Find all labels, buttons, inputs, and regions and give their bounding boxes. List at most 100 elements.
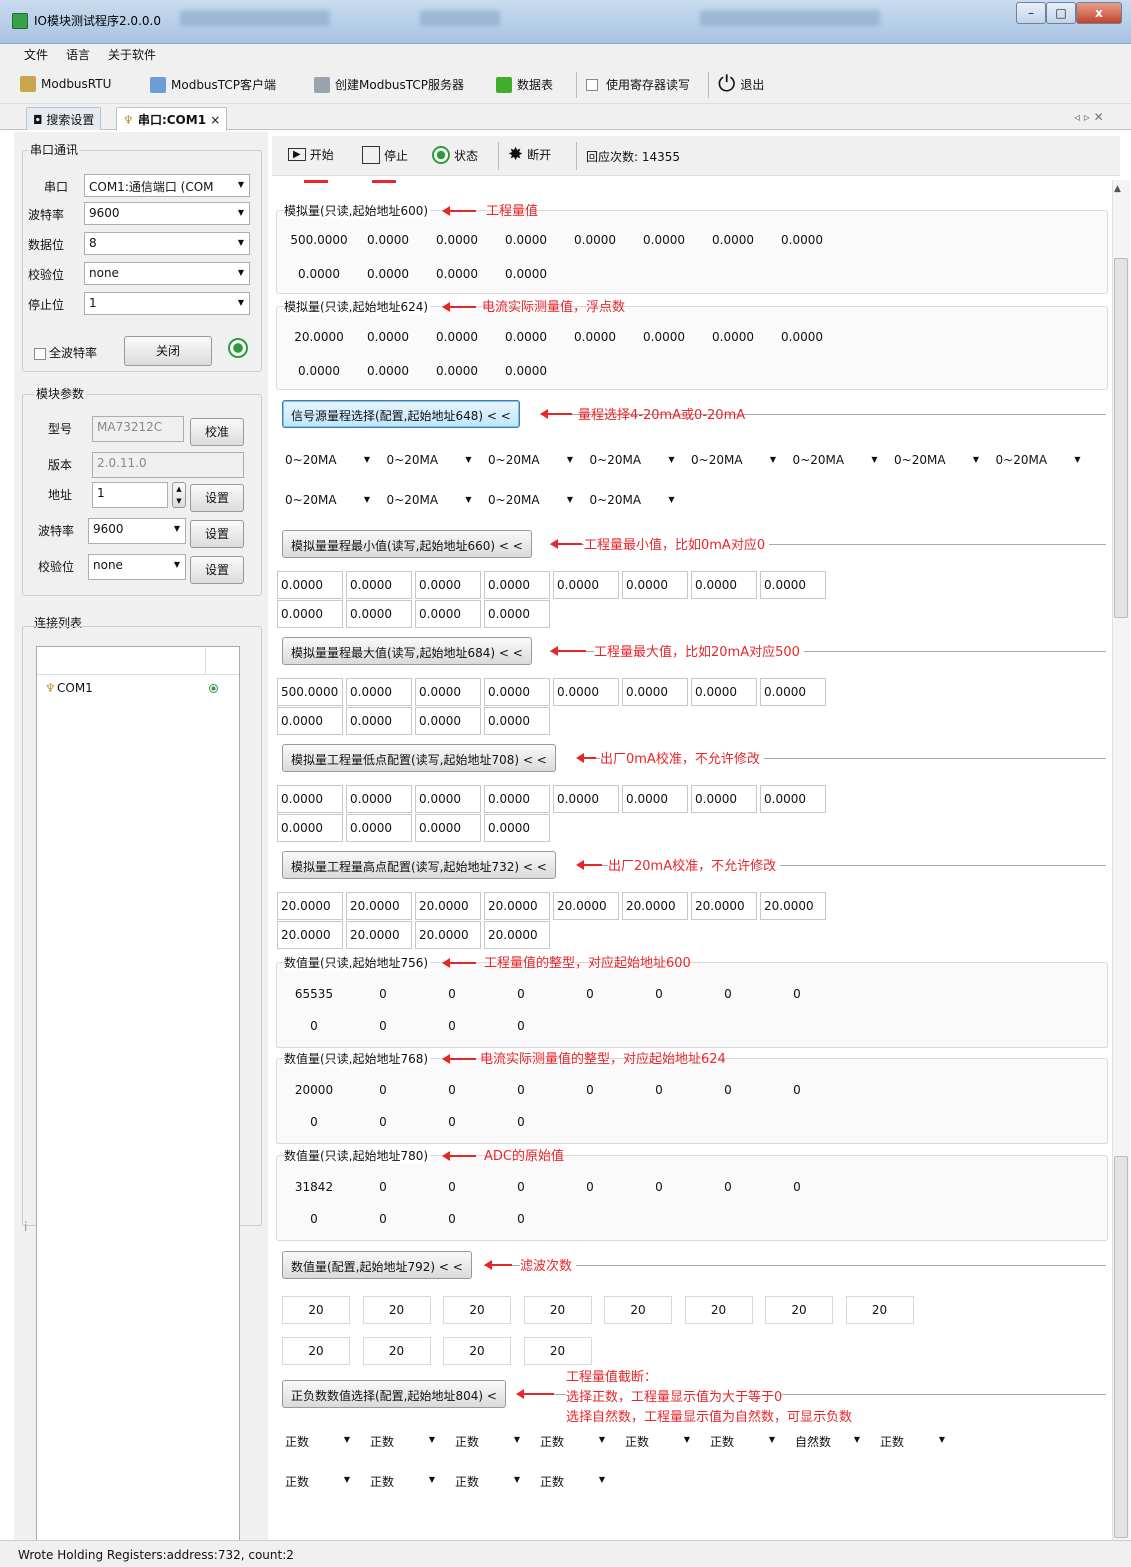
- value-input[interactable]: 20: [684, 1296, 753, 1324]
- datatable-button[interactable]: 数据表: [496, 76, 553, 93]
- address-input[interactable]: 1: [92, 482, 168, 508]
- disconnect-button[interactable]: ✸ 断开: [508, 144, 551, 165]
- option-select[interactable]: 0~20MA ▼: [485, 486, 577, 514]
- scroll-thumb[interactable]: [1114, 1156, 1128, 1538]
- value-input[interactable]: 0.0000: [415, 707, 481, 735]
- option-select[interactable]: 正数 ▼: [452, 1466, 524, 1494]
- option-select[interactable]: 0~20MA ▼: [587, 486, 679, 514]
- s792-filter-button[interactable]: 数值量(配置,起始地址792) < <: [282, 1251, 472, 1279]
- value-input[interactable]: 20: [523, 1337, 592, 1365]
- option-select[interactable]: 正数 ▼: [537, 1466, 609, 1494]
- value-input[interactable]: 0.0000: [415, 600, 481, 628]
- value-input[interactable]: 20.0000: [346, 921, 412, 949]
- set-parity-button[interactable]: 设置: [190, 556, 244, 584]
- databits-select[interactable]: 8 ▼: [84, 232, 250, 255]
- value-input[interactable]: 20.0000: [277, 892, 343, 920]
- value-input[interactable]: 0.0000: [415, 814, 481, 842]
- value-input[interactable]: 0.0000: [553, 678, 619, 706]
- tab-com1[interactable]: ♆ 串口:COM1 ×: [116, 107, 228, 131]
- value-input[interactable]: 0.0000: [484, 600, 550, 628]
- value-input[interactable]: 20: [523, 1296, 592, 1324]
- value-input[interactable]: 0.0000: [691, 785, 757, 813]
- connections-list[interactable]: ♆ COM1: [36, 646, 240, 1544]
- port-select[interactable]: COM1:通信端口 (COM ▼: [84, 174, 250, 197]
- value-input[interactable]: 20.0000: [484, 921, 550, 949]
- menu-file[interactable]: 文件: [24, 46, 48, 63]
- option-select[interactable]: 正数 ▼: [367, 1466, 439, 1494]
- option-select[interactable]: 0~20MA ▼: [587, 446, 679, 474]
- option-select[interactable]: 0~20MA ▼: [384, 446, 476, 474]
- value-input[interactable]: 0.0000: [346, 814, 412, 842]
- value-input[interactable]: 0.0000: [277, 785, 343, 813]
- value-input[interactable]: 0.0000: [277, 707, 343, 735]
- value-input[interactable]: 0.0000: [484, 571, 550, 599]
- value-input[interactable]: 0.0000: [760, 785, 826, 813]
- value-input[interactable]: 0.0000: [346, 571, 412, 599]
- option-select[interactable]: 0~20MA ▼: [384, 486, 476, 514]
- baud-select[interactable]: 9600 ▼: [84, 202, 250, 225]
- option-select[interactable]: 正数 ▼: [452, 1426, 524, 1454]
- value-input[interactable]: 0.0000: [553, 785, 619, 813]
- set-address-button[interactable]: 设置: [190, 484, 244, 512]
- s684-max-button[interactable]: 模拟量量程最大值(读写,起始地址684) < <: [282, 637, 532, 665]
- option-select[interactable]: 0~20MA ▼: [282, 446, 374, 474]
- list-item[interactable]: ♆ COM1: [37, 675, 239, 699]
- scroll-thumb[interactable]: [1114, 258, 1128, 618]
- value-input[interactable]: 0.0000: [484, 814, 550, 842]
- option-select[interactable]: 正数 ▼: [707, 1426, 779, 1454]
- value-input[interactable]: 20.0000: [484, 892, 550, 920]
- stop-button[interactable]: 停止: [362, 146, 408, 164]
- value-input[interactable]: 0.0000: [277, 600, 343, 628]
- value-input[interactable]: 0.0000: [277, 814, 343, 842]
- close-window-button[interactable]: x: [1076, 2, 1122, 24]
- value-input[interactable]: 0.0000: [691, 571, 757, 599]
- s648-range-select-button[interactable]: 信号源量程选择(配置,起始地址648) < <: [282, 400, 520, 428]
- value-input[interactable]: 0.0000: [484, 707, 550, 735]
- value-input[interactable]: 0.0000: [484, 785, 550, 813]
- value-input[interactable]: 500.0000: [277, 678, 343, 706]
- tab-search-settings[interactable]: ◘ 搜索设置: [26, 107, 102, 130]
- option-select[interactable]: 正数 ▼: [282, 1466, 354, 1494]
- value-input[interactable]: 20.0000: [691, 892, 757, 920]
- value-input[interactable]: 0.0000: [622, 785, 688, 813]
- value-input[interactable]: 20.0000: [622, 892, 688, 920]
- module-baud-select[interactable]: 9600 ▼: [88, 518, 186, 544]
- value-input[interactable]: 20.0000: [760, 892, 826, 920]
- start-button[interactable]: ▶ 开始: [288, 146, 334, 163]
- value-input[interactable]: 20.0000: [553, 892, 619, 920]
- menu-language[interactable]: 语言: [66, 46, 90, 63]
- value-input[interactable]: 0.0000: [346, 600, 412, 628]
- address-spinner[interactable]: ▲ ▼: [172, 482, 186, 508]
- tcp-client-button[interactable]: ModbusTCP客户端: [150, 76, 276, 93]
- value-input[interactable]: 20: [362, 1296, 431, 1324]
- value-input[interactable]: 0.0000: [415, 571, 481, 599]
- option-select[interactable]: 0~20MA ▼: [891, 446, 983, 474]
- option-select[interactable]: 0~20MA ▼: [282, 486, 374, 514]
- value-input[interactable]: 20: [282, 1337, 350, 1365]
- option-select[interactable]: 正数 ▼: [537, 1426, 609, 1454]
- value-input[interactable]: 0.0000: [484, 678, 550, 706]
- value-input[interactable]: 20.0000: [415, 892, 481, 920]
- value-input[interactable]: 0.0000: [553, 571, 619, 599]
- value-input[interactable]: 20: [604, 1296, 672, 1324]
- value-input[interactable]: 0.0000: [760, 678, 826, 706]
- value-input[interactable]: 0.0000: [346, 785, 412, 813]
- set-baud-button[interactable]: 设置: [190, 520, 244, 548]
- option-select[interactable]: 0~20MA ▼: [993, 446, 1085, 474]
- menu-about[interactable]: 关于软件: [108, 46, 156, 63]
- option-select[interactable]: 0~20MA ▼: [485, 446, 577, 474]
- s708-low-button[interactable]: 模拟量工程量低点配置(读写,起始地址708) < <: [282, 744, 556, 772]
- calibrate-button[interactable]: 校准: [190, 418, 244, 446]
- value-input[interactable]: 0.0000: [622, 678, 688, 706]
- value-input[interactable]: 0.0000: [346, 678, 412, 706]
- value-input[interactable]: 20.0000: [346, 892, 412, 920]
- minimize-button[interactable]: –: [1016, 2, 1046, 24]
- value-input[interactable]: 0.0000: [415, 678, 481, 706]
- value-input[interactable]: 20: [845, 1296, 914, 1324]
- value-input[interactable]: 0.0000: [277, 571, 343, 599]
- value-input[interactable]: 0.0000: [622, 571, 688, 599]
- exit-button[interactable]: ⏻ 退出: [718, 72, 764, 97]
- option-select[interactable]: 0~20MA ▼: [790, 446, 882, 474]
- value-input[interactable]: 20.0000: [415, 921, 481, 949]
- option-select[interactable]: 正数 ▼: [282, 1426, 354, 1454]
